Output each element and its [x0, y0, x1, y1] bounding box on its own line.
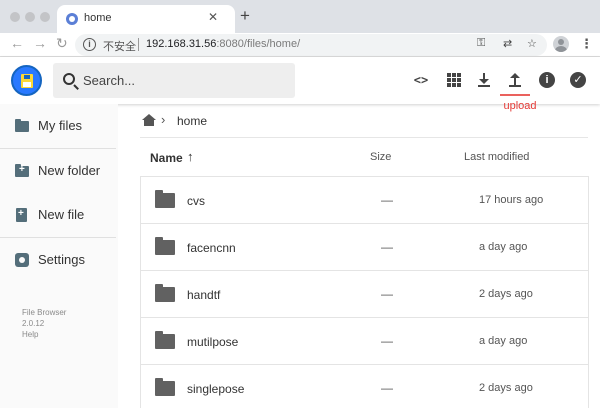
download-button[interactable]: [474, 70, 494, 90]
file-modified: 2 days ago: [479, 288, 533, 300]
tab-close-icon[interactable]: ✕: [208, 10, 218, 24]
upload-annotation-mark: [500, 94, 530, 96]
new-tab-button[interactable]: +: [240, 6, 250, 26]
url-path: :8080/files/home/: [216, 38, 301, 50]
check-circle-icon: ✓: [570, 72, 586, 88]
url-text: 192.168.31.56:8080/files/home/: [146, 38, 300, 50]
file-size: —: [381, 381, 393, 395]
folder-icon: [155, 331, 175, 349]
sidebar-item-label: New folder: [38, 163, 101, 178]
file-modified: 2 days ago: [479, 382, 533, 394]
app-version: 2.0.12: [22, 319, 45, 328]
create-folder-icon: [15, 164, 29, 177]
app-header: <> i ✓: [0, 57, 600, 104]
floppy-icon: [21, 74, 33, 88]
file-name: handtf: [187, 288, 221, 302]
tab-title: home: [84, 12, 112, 24]
back-button[interactable]: ←: [10, 35, 24, 51]
translate-icon[interactable]: ⇄: [503, 37, 512, 50]
help-link[interactable]: Help: [22, 330, 38, 339]
browser-tab-strip: home ✕ +: [0, 0, 600, 33]
window-minimize-button[interactable]: [25, 12, 35, 22]
site-info-icon[interactable]: i: [83, 38, 96, 51]
sidebar-item-label: My files: [38, 118, 83, 133]
download-icon: [478, 73, 490, 87]
forward-button[interactable]: →: [33, 35, 47, 51]
browser-tab[interactable]: home ✕: [57, 5, 235, 33]
globe-icon: [66, 13, 78, 25]
upload-icon: [509, 73, 521, 87]
code-view-icon[interactable]: <>: [411, 70, 431, 90]
file-row[interactable]: mutilpose — a day ago: [140, 317, 589, 364]
file-row[interactable]: handtf — 2 days ago: [140, 270, 589, 317]
sidebar-item-label: Settings: [38, 252, 85, 267]
folder-icon: [155, 284, 175, 302]
file-row[interactable]: singlepose — 2 days ago: [140, 364, 589, 408]
folder-icon: [155, 378, 175, 396]
grid-view-icon: [447, 73, 461, 87]
sort-arrow-up-icon[interactable]: ↑: [187, 149, 194, 164]
file-row[interactable]: facencnn — a day ago: [140, 223, 589, 270]
view-mode-button[interactable]: [444, 70, 464, 90]
search-box[interactable]: [53, 63, 295, 98]
file-name: cvs: [187, 194, 205, 208]
file-modified: 17 hours ago: [479, 194, 544, 206]
security-label: 不安全: [103, 41, 136, 53]
file-row[interactable]: cvs — 17 hours ago: [140, 176, 589, 223]
file-list: cvs — 17 hours ago facencnn — a day ago …: [140, 176, 589, 408]
reload-button[interactable]: ↻: [56, 35, 68, 52]
upload-button[interactable]: [505, 70, 525, 90]
bookmark-star-icon[interactable]: ☆: [527, 37, 537, 50]
file-size: —: [381, 287, 393, 301]
sidebar-item-new-file[interactable]: New file: [0, 193, 118, 238]
note-add-icon: [16, 208, 27, 222]
address-divider: [138, 38, 139, 51]
file-modified: a day ago: [479, 241, 528, 253]
column-header-name[interactable]: Name: [150, 151, 183, 165]
profile-avatar[interactable]: [553, 36, 569, 52]
file-size: —: [381, 334, 393, 348]
home-icon[interactable]: [142, 114, 156, 126]
folder-icon: [155, 190, 175, 208]
folder-icon: [15, 119, 29, 132]
column-header-modified[interactable]: Last modified: [464, 151, 529, 163]
window-zoom-button[interactable]: [40, 12, 50, 22]
file-size: —: [381, 240, 393, 254]
window-close-button[interactable]: [10, 12, 20, 22]
chevron-right-icon: ›: [161, 112, 166, 127]
file-size: —: [381, 193, 393, 207]
breadcrumb-current[interactable]: home: [177, 114, 207, 128]
file-modified: a day ago: [479, 335, 528, 347]
file-name: mutilpose: [187, 335, 239, 349]
search-icon: [63, 73, 75, 85]
sidebar-item-settings[interactable]: Settings: [0, 238, 118, 283]
sidebar-item-my-files[interactable]: My files: [0, 104, 118, 149]
browser-menu-icon[interactable]: ⋮: [580, 36, 593, 52]
info-button[interactable]: i: [537, 70, 557, 90]
info-icon: i: [539, 72, 555, 88]
key-icon[interactable]: ⚿: [477, 37, 485, 50]
search-input[interactable]: [83, 63, 288, 98]
address-bar[interactable]: i 不安全 192.168.31.56:8080/files/home/ ⚿ ⇄…: [75, 34, 547, 56]
browser-toolbar: ← → ↻ i 不安全 192.168.31.56:8080/files/hom…: [0, 33, 600, 57]
select-multiple-button[interactable]: ✓: [568, 70, 588, 90]
column-header-size[interactable]: Size: [370, 151, 391, 163]
file-list-header: Name ↑ Size Last modified: [140, 138, 588, 176]
file-name: facencnn: [187, 241, 236, 255]
sidebar-item-new-folder[interactable]: New folder: [0, 149, 118, 194]
settings-icon: [15, 253, 29, 267]
folder-icon: [155, 237, 175, 255]
app-name-credit[interactable]: File Browser: [22, 308, 66, 317]
breadcrumb: › home: [140, 104, 588, 138]
file-browser-logo[interactable]: [11, 65, 42, 96]
sidebar: My files New folder New file Settings Fi…: [0, 104, 118, 408]
file-name: singlepose: [187, 382, 245, 396]
sidebar-item-label: New file: [38, 207, 85, 222]
url-host: 192.168.31.56: [146, 38, 217, 50]
